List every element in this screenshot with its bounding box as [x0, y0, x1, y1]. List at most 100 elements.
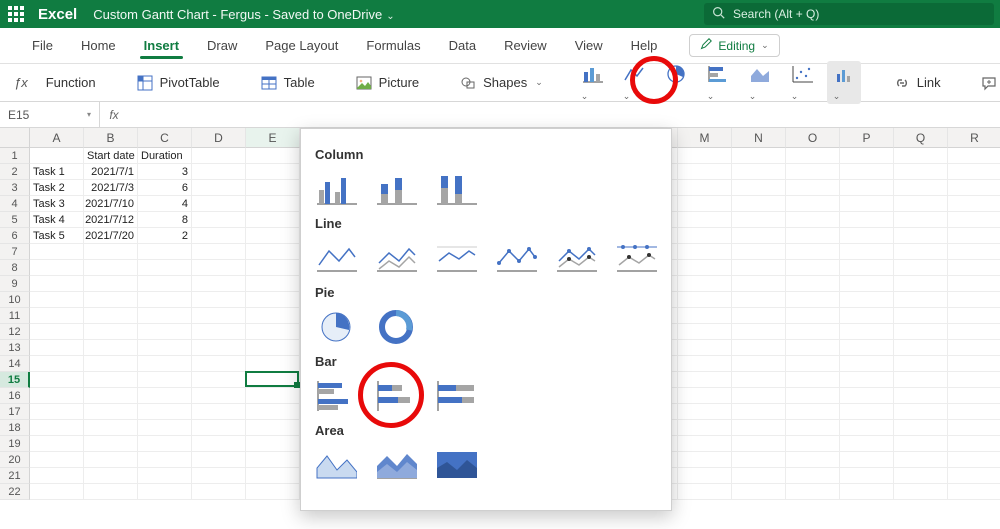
cell-O9[interactable] — [786, 276, 840, 292]
cell-D11[interactable] — [192, 308, 246, 324]
cell-R20[interactable] — [948, 452, 1000, 468]
row-header-8[interactable]: 8 — [0, 260, 30, 276]
cell-E12[interactable] — [246, 324, 300, 340]
cell-B11[interactable] — [84, 308, 138, 324]
cell-O4[interactable] — [786, 196, 840, 212]
cell-O11[interactable] — [786, 308, 840, 324]
cell-P9[interactable] — [840, 276, 894, 292]
select-all-corner[interactable] — [0, 128, 30, 148]
cell-R3[interactable] — [948, 180, 1000, 196]
cell-B7[interactable] — [84, 244, 138, 260]
cell-C12[interactable] — [138, 324, 192, 340]
cell-M2[interactable] — [678, 164, 732, 180]
cell-O18[interactable] — [786, 420, 840, 436]
cell-E15[interactable] — [246, 372, 300, 388]
cell-C7[interactable] — [138, 244, 192, 260]
column-header-R[interactable]: R — [948, 128, 1000, 148]
table-button[interactable]: Table — [252, 71, 323, 95]
cell-C2[interactable]: 3 — [138, 164, 192, 180]
cell-N12[interactable] — [732, 324, 786, 340]
row-header-13[interactable]: 13 — [0, 340, 30, 356]
cell-M20[interactable] — [678, 452, 732, 468]
stacked-area-thumb[interactable] — [375, 448, 417, 482]
cell-M4[interactable] — [678, 196, 732, 212]
cell-E20[interactable] — [246, 452, 300, 468]
cell-M7[interactable] — [678, 244, 732, 260]
stacked-line-thumb[interactable] — [375, 241, 417, 275]
cell-Q17[interactable] — [894, 404, 948, 420]
cell-C15[interactable] — [138, 372, 192, 388]
cell-P15[interactable] — [840, 372, 894, 388]
cell-Q18[interactable] — [894, 420, 948, 436]
cell-O3[interactable] — [786, 180, 840, 196]
cell-P14[interactable] — [840, 356, 894, 372]
name-box[interactable]: E15 ▾ — [0, 102, 100, 127]
cell-B3[interactable]: 2021/7/3 — [84, 180, 138, 196]
column-header-B[interactable]: B — [84, 128, 138, 148]
100-stacked-line-thumb[interactable] — [435, 241, 477, 275]
cell-O6[interactable] — [786, 228, 840, 244]
cell-D20[interactable] — [192, 452, 246, 468]
cell-O20[interactable] — [786, 452, 840, 468]
cell-P2[interactable] — [840, 164, 894, 180]
cell-P1[interactable] — [840, 148, 894, 164]
cell-D17[interactable] — [192, 404, 246, 420]
function-button[interactable]: Function — [38, 72, 104, 93]
tab-home[interactable]: Home — [67, 28, 130, 63]
app-launcher-icon[interactable] — [8, 6, 24, 22]
pie-thumb[interactable] — [315, 310, 357, 344]
clustered-bar-thumb[interactable] — [315, 379, 357, 413]
100-stacked-column-thumb[interactable] — [435, 172, 477, 206]
cell-C3[interactable]: 6 — [138, 180, 192, 196]
cell-O15[interactable] — [786, 372, 840, 388]
cell-B10[interactable] — [84, 292, 138, 308]
100-stacked-bar-thumb[interactable] — [435, 379, 477, 413]
tab-insert[interactable]: Insert — [130, 28, 193, 63]
search-box[interactable]: Search (Alt + Q) — [704, 3, 994, 25]
cell-P4[interactable] — [840, 196, 894, 212]
cell-B21[interactable] — [84, 468, 138, 484]
cell-C11[interactable] — [138, 308, 192, 324]
cell-E9[interactable] — [246, 276, 300, 292]
stacked-line-markers-thumb[interactable] — [555, 241, 597, 275]
cell-C21[interactable] — [138, 468, 192, 484]
doughnut-thumb[interactable] — [375, 310, 417, 344]
cell-O19[interactable] — [786, 436, 840, 452]
cell-O7[interactable] — [786, 244, 840, 260]
cell-A3[interactable]: Task 2 — [30, 180, 84, 196]
cell-R18[interactable] — [948, 420, 1000, 436]
row-header-2[interactable]: 2 — [0, 164, 30, 180]
cell-A10[interactable] — [30, 292, 84, 308]
stacked-bar-thumb[interactable] — [375, 379, 417, 413]
cell-R9[interactable] — [948, 276, 1000, 292]
cell-O14[interactable] — [786, 356, 840, 372]
cell-E5[interactable] — [246, 212, 300, 228]
cell-N21[interactable] — [732, 468, 786, 484]
stacked-column-thumb[interactable] — [375, 172, 417, 206]
cell-B4[interactable]: 2021/7/10 — [84, 196, 138, 212]
cell-C4[interactable]: 4 — [138, 196, 192, 212]
cell-A14[interactable] — [30, 356, 84, 372]
cell-P22[interactable] — [840, 484, 894, 500]
cell-C9[interactable] — [138, 276, 192, 292]
cell-A7[interactable] — [30, 244, 84, 260]
cell-A22[interactable] — [30, 484, 84, 500]
cell-O5[interactable] — [786, 212, 840, 228]
cell-E19[interactable] — [246, 436, 300, 452]
cell-M15[interactable] — [678, 372, 732, 388]
column-header-P[interactable]: P — [840, 128, 894, 148]
clustered-column-thumb[interactable] — [315, 172, 357, 206]
cell-C17[interactable] — [138, 404, 192, 420]
cell-P7[interactable] — [840, 244, 894, 260]
row-header-7[interactable]: 7 — [0, 244, 30, 260]
cell-A9[interactable] — [30, 276, 84, 292]
cell-B12[interactable] — [84, 324, 138, 340]
cell-P21[interactable] — [840, 468, 894, 484]
cell-Q15[interactable] — [894, 372, 948, 388]
cell-N18[interactable] — [732, 420, 786, 436]
cell-A17[interactable] — [30, 404, 84, 420]
cell-Q19[interactable] — [894, 436, 948, 452]
cell-Q4[interactable] — [894, 196, 948, 212]
cell-B5[interactable]: 2021/7/12 — [84, 212, 138, 228]
cell-O16[interactable] — [786, 388, 840, 404]
